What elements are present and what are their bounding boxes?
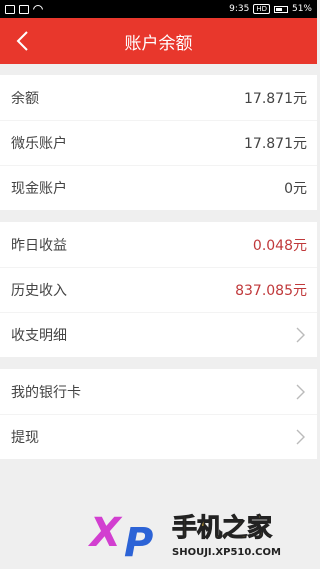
row-label: 提现	[11, 430, 39, 446]
svg-text:SHOUJI.XP510.COM: SHOUJI.XP510.COM	[172, 547, 281, 558]
row-label: 现金账户	[11, 181, 67, 197]
notification-icon	[5, 4, 15, 14]
row-label: 昨日收益	[11, 237, 67, 254]
image-icon	[19, 4, 29, 14]
list-item-withdraw[interactable]: 提现	[0, 414, 317, 459]
svg-text:P: P	[124, 520, 153, 565]
back-button[interactable]	[8, 27, 36, 55]
list-item-transaction-details[interactable]: 收支明细	[0, 312, 317, 357]
row-value: 17.871元	[244, 136, 307, 152]
battery-icon	[273, 5, 288, 13]
chevron-right-icon	[293, 429, 307, 445]
row-value: 17.871元	[244, 90, 307, 107]
actions-section: 我的银行卡 提现	[0, 369, 317, 459]
hd-badge: HD	[253, 4, 270, 14]
list-item-cash-account: 现金账户 0元	[0, 165, 317, 210]
income-section: 昨日收益 0.048元 历史收入 837.085元 收支明细	[0, 222, 317, 357]
row-value: 0.048元	[252, 237, 307, 254]
chevron-right-icon	[293, 384, 307, 400]
header-bar: 账户余额	[0, 18, 317, 64]
chevron-left-icon	[16, 31, 28, 51]
page-title: 账户余额	[124, 33, 193, 54]
list-item-my-bank-cards[interactable]: 我的银行卡	[0, 369, 317, 414]
chevron-right-icon	[293, 327, 307, 343]
balance-section: 余额 17.871元 微乐账户 17.871元 现金账户 0元	[0, 75, 317, 210]
battery-percent: 51%	[291, 4, 312, 14]
list-item-weile-account: 微乐账户 17.871元	[0, 120, 317, 165]
status-bar: 9:35 HD 51%	[0, 0, 317, 18]
list-item-historical-income: 历史收入 837.085元	[0, 267, 317, 312]
row-value: 837.085元	[235, 283, 307, 299]
list-item-balance: 余额 17.871元	[0, 75, 317, 120]
row-label: 余额	[11, 90, 39, 107]
list-item-yesterday-earnings: 昨日收益 0.048元	[0, 222, 317, 267]
clock: 9:35	[229, 4, 250, 14]
row-value: 0元	[284, 181, 307, 197]
row-label: 微乐账户	[11, 136, 67, 152]
svg-text:手机之家: 手机之家	[172, 513, 272, 542]
row-label: 历史收入	[11, 283, 67, 299]
svg-text:X: X	[88, 510, 123, 556]
row-label: 我的银行卡	[11, 384, 81, 401]
row-label: 收支明细	[11, 328, 67, 344]
wifi-icon	[33, 5, 43, 13]
watermark-logo: X P 手机之家 SHOUJI.XP510.COM	[87, 500, 317, 566]
